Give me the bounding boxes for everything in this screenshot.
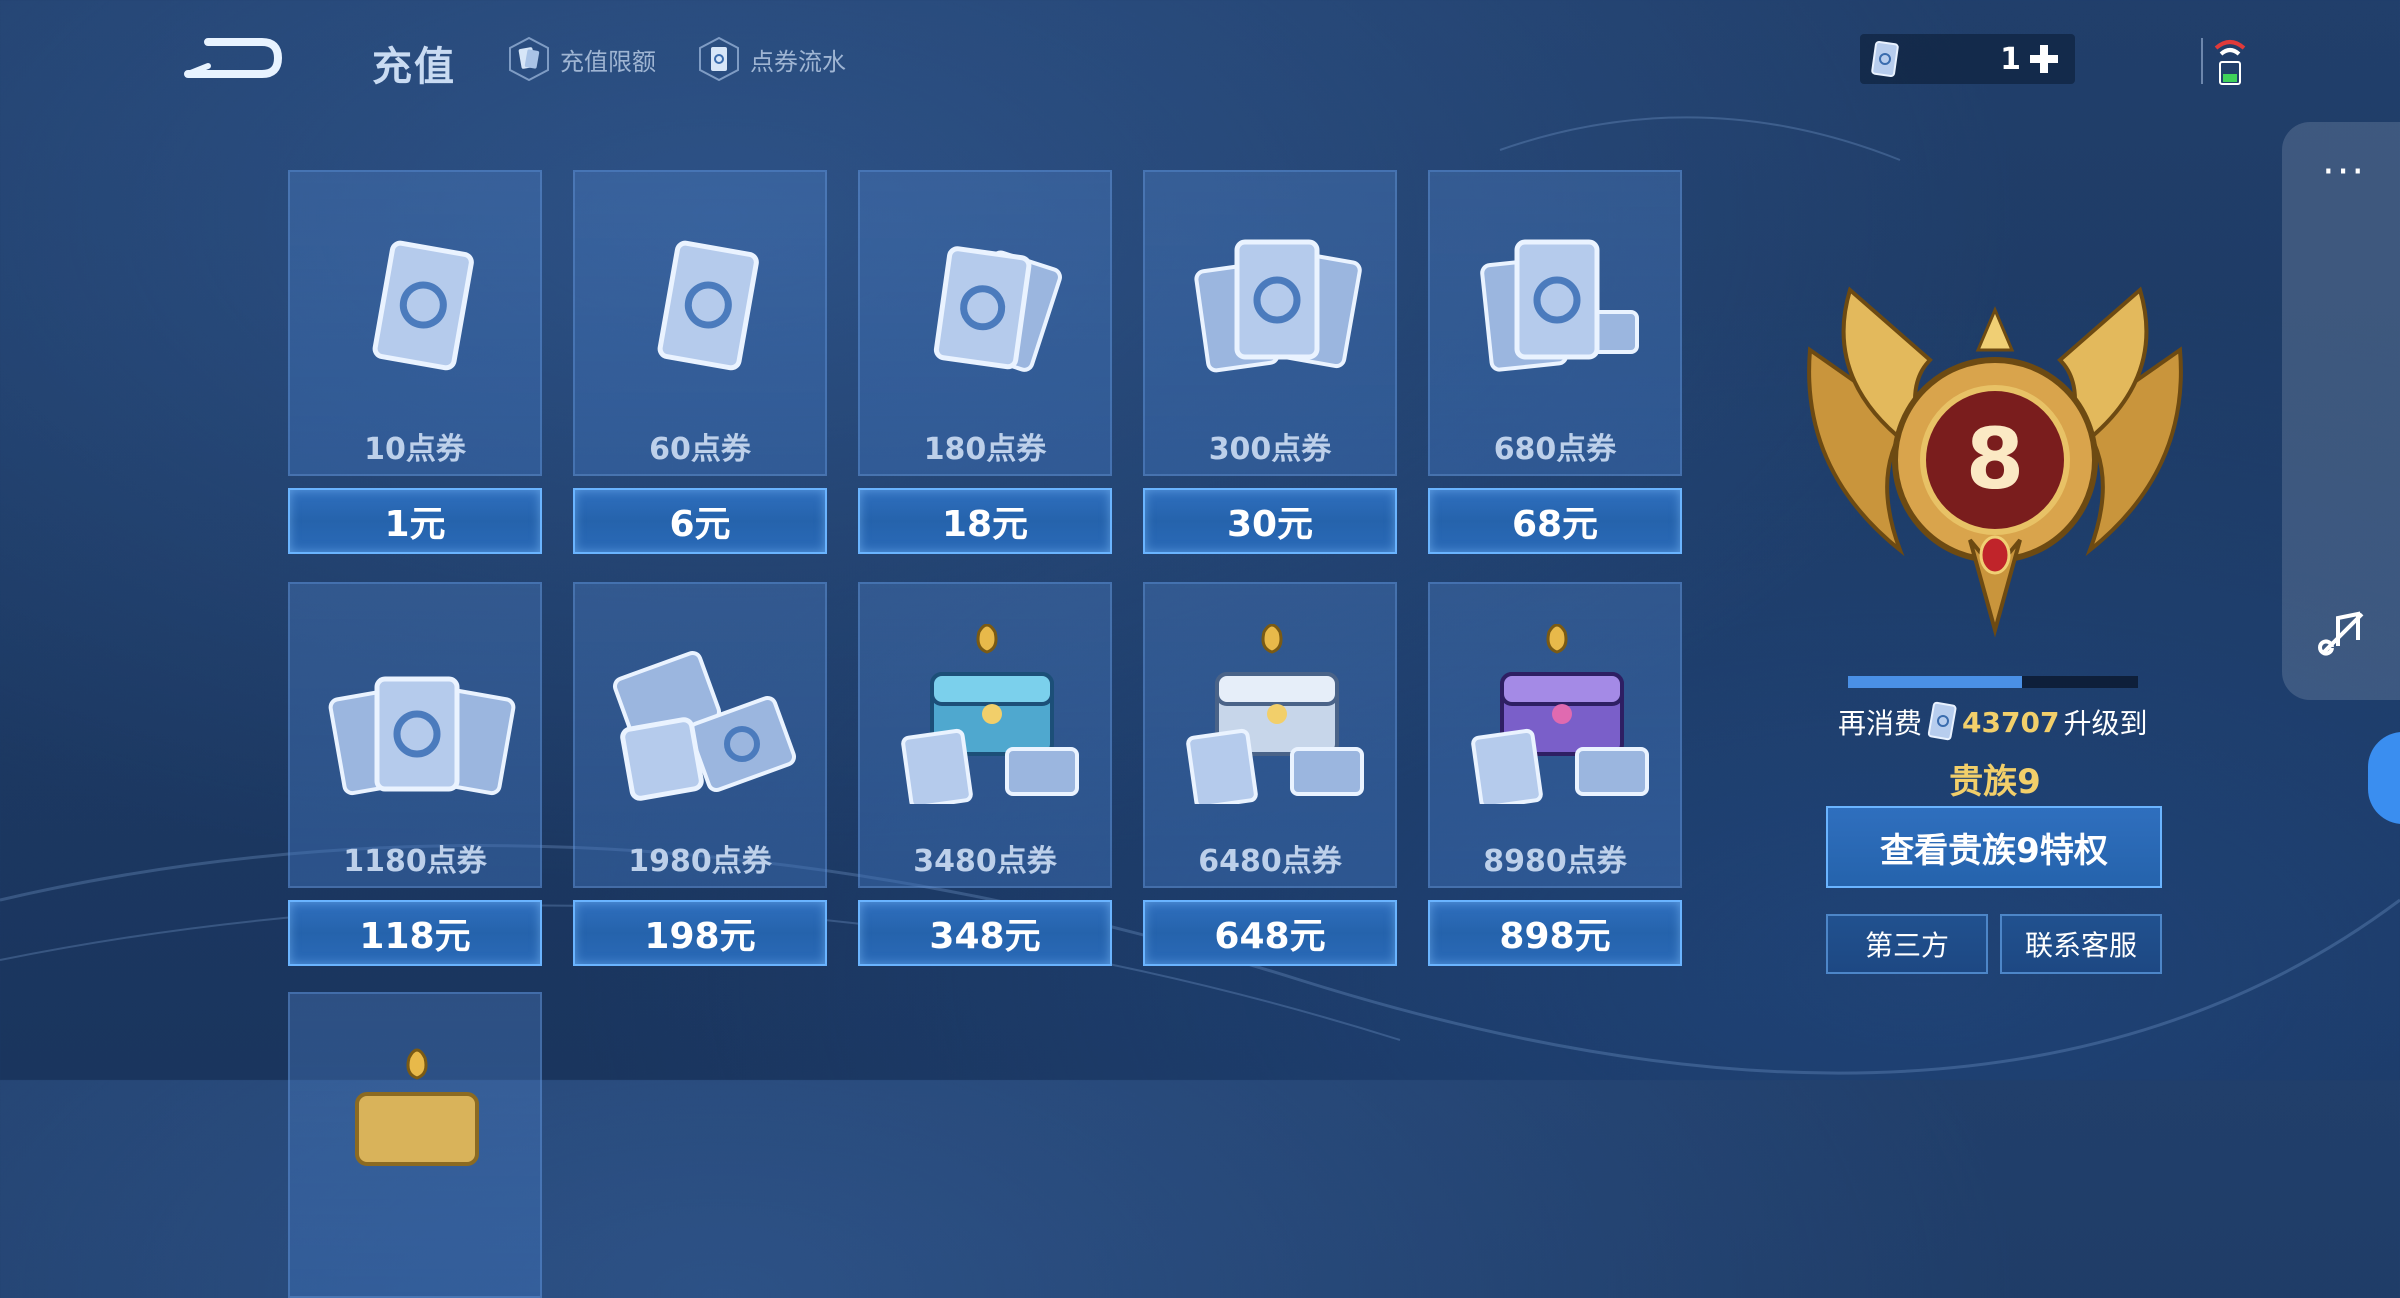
coupon-pair-icon <box>933 246 1062 372</box>
wifi-battery-icon <box>2201 38 2246 85</box>
ticket-flow-link[interactable]: 点券流水 <box>698 36 846 82</box>
package-label: 10点券 <box>364 432 466 467</box>
recharge-limit-label: 充值限额 <box>560 47 656 76</box>
package-art-panel: 680点券 <box>1428 170 1682 476</box>
package-card[interactable]: 60点券 6元 <box>573 170 827 554</box>
price-button[interactable]: 68元 <box>1428 488 1682 554</box>
currency-count: 1 <box>2000 41 2021 77</box>
upgrade-amount: 43707 <box>1962 705 2060 739</box>
package-art-panel: 8980点券 <box>1428 582 1682 888</box>
package-card[interactable]: 1180点券 118元 <box>288 582 542 966</box>
view-privilege-button[interactable]: 查看贵族9特权 <box>1826 806 2162 888</box>
package-card[interactable]: 300点券 30元 <box>1143 170 1397 554</box>
price-button[interactable]: 118元 <box>288 900 542 966</box>
package-card[interactable]: 6480点券 648元 <box>1143 582 1397 966</box>
upgrade-info: 再消费 43707 升级到 <box>1838 700 2147 744</box>
package-label: 60点券 <box>649 432 751 467</box>
price-button[interactable]: 898元 <box>1428 900 1682 966</box>
coupon-single-icon <box>372 240 474 371</box>
music-off-icon[interactable] <box>2318 608 2368 658</box>
ticket-flow-label: 点券流水 <box>750 47 846 76</box>
upgrade-prefix: 再消费 <box>1838 707 1923 740</box>
package-art-panel: 60点券 <box>573 170 827 476</box>
noble-progress-fill <box>1848 676 2022 688</box>
more-options-icon[interactable]: ··· <box>2322 152 2366 192</box>
package-card-partial[interactable] <box>288 992 542 1298</box>
noble-progress-bar <box>1848 676 2138 688</box>
package-label: 300点券 <box>1208 432 1332 467</box>
package-label: 680点券 <box>1493 432 1617 467</box>
currency-display: 1 <box>1860 34 2075 84</box>
price-button[interactable]: 30元 <box>1143 488 1397 554</box>
package-card[interactable]: 8980点券 898元 <box>1428 582 1682 966</box>
noble-level-number: 8 <box>1966 410 2024 508</box>
add-currency-button[interactable] <box>2027 42 2061 76</box>
coupon-pile-icon <box>328 676 516 796</box>
package-art-panel: 1980点券 <box>573 582 827 888</box>
price-button[interactable]: 198元 <box>573 900 827 966</box>
package-art-panel: 180点券 <box>858 170 1112 476</box>
back-button[interactable] <box>178 30 282 82</box>
package-label: 180点券 <box>923 432 1047 467</box>
price-button[interactable]: 348元 <box>858 900 1112 966</box>
noble-level-badge: 8 <box>1807 286 2183 638</box>
package-card[interactable]: 680点券 68元 <box>1428 170 1682 554</box>
third-party-button[interactable]: 第三方 <box>1826 914 1988 974</box>
package-card[interactable]: 180点券 18元 <box>858 170 1112 554</box>
package-art-panel: 6480点券 <box>1143 582 1397 888</box>
package-label: 8980点券 <box>1483 844 1627 879</box>
package-card[interactable]: 10点券 1元 <box>288 170 542 554</box>
ticket-hex-icon <box>699 36 739 82</box>
recharge-limit-link[interactable]: 充值限额 <box>508 36 656 82</box>
package-label: 3480点券 <box>913 844 1057 879</box>
price-button[interactable]: 6元 <box>573 488 827 554</box>
page-title: 充值 <box>372 44 456 90</box>
upgrade-suffix: 升级到 <box>2063 707 2148 740</box>
coupon-single-icon <box>657 240 759 371</box>
card-hex-icon <box>509 36 549 82</box>
package-card[interactable]: 3480点券 348元 <box>858 582 1112 966</box>
next-noble-level: 贵族9 <box>1949 762 2041 802</box>
coupon-fan-icon <box>1194 239 1362 373</box>
contact-service-button[interactable]: 联系客服 <box>2000 914 2162 974</box>
price-button[interactable]: 1元 <box>288 488 542 554</box>
gold-chest-icon <box>355 1048 479 1166</box>
coupon-heap-icon <box>612 650 797 801</box>
package-label: 1180点券 <box>343 844 487 879</box>
package-art-panel: 3480点券 <box>858 582 1112 888</box>
package-label: 1980点券 <box>628 844 772 879</box>
floating-toolbar: ··· <box>2282 122 2400 700</box>
package-art-panel: 1180点券 <box>288 582 542 888</box>
coupon-icon <box>1871 41 1899 77</box>
floating-assistant-bubble[interactable] <box>2368 732 2400 824</box>
package-art-panel: 300点券 <box>1143 170 1397 476</box>
purple-chest-icon <box>1471 624 1649 804</box>
coupon-icon <box>1927 701 1957 741</box>
package-label: 6480点券 <box>1198 844 1342 879</box>
blue-chest-icon <box>901 624 1079 804</box>
coupon-stack-icon <box>1480 239 1639 372</box>
silver-chest-icon <box>1186 624 1364 804</box>
package-card[interactable]: 1980点券 198元 <box>573 582 827 966</box>
package-art-panel: 10点券 <box>288 170 542 476</box>
price-button[interactable]: 648元 <box>1143 900 1397 966</box>
price-button[interactable]: 18元 <box>858 488 1112 554</box>
